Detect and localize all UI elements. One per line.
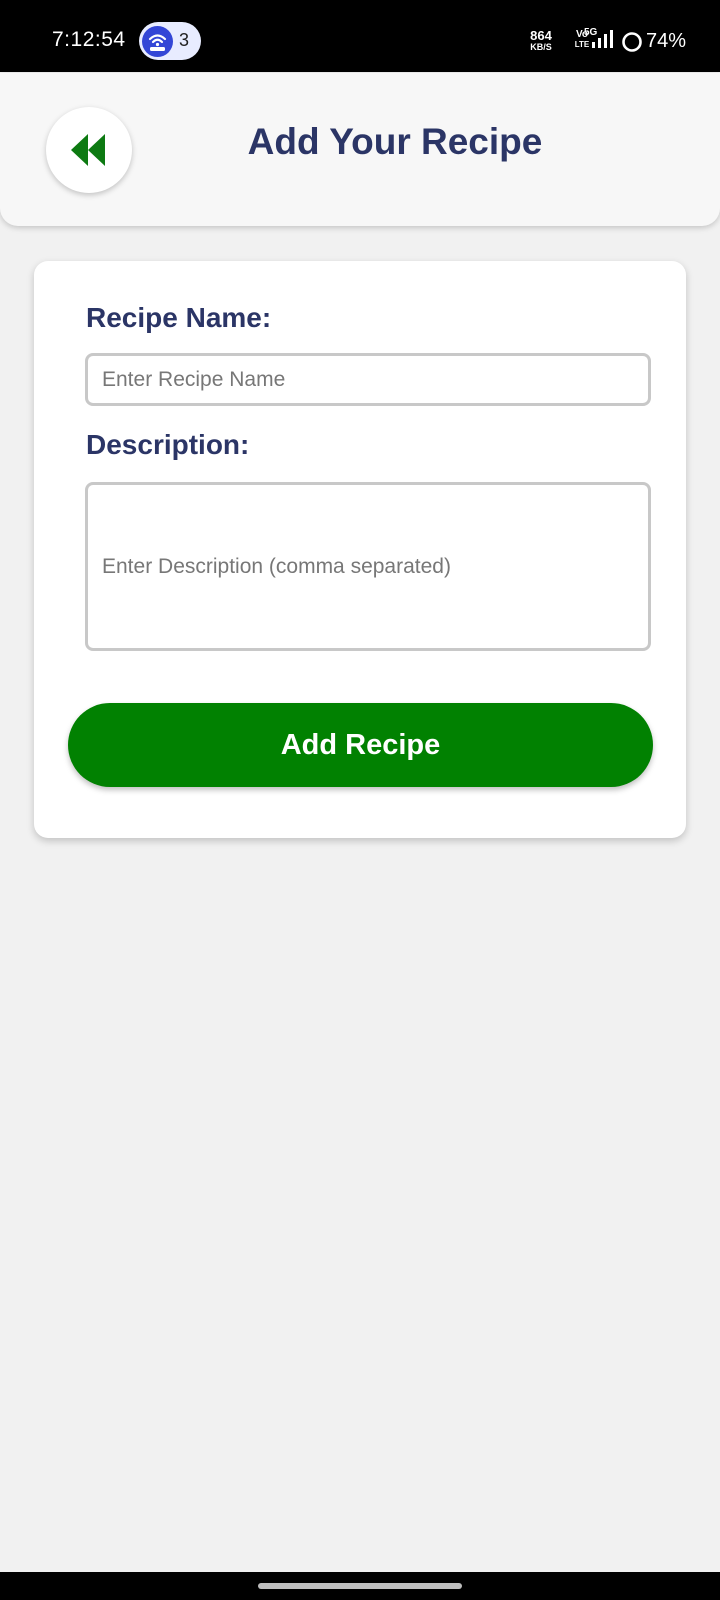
hotspot-count: 3 xyxy=(179,30,190,50)
recipe-name-input[interactable] xyxy=(85,353,651,406)
description-label: Description: xyxy=(86,429,250,460)
navigation-bar xyxy=(0,1572,720,1600)
clock: 7:12:54 xyxy=(52,28,126,51)
battery-icon xyxy=(622,32,642,52)
app-header: Add Your Recipe xyxy=(0,73,720,226)
description-input[interactable] xyxy=(85,482,651,651)
network-speed: 864 KB/S xyxy=(526,28,556,52)
hotspot-indicator[interactable]: 3 xyxy=(139,22,201,60)
recipe-name-label: Recipe Name: xyxy=(86,302,272,333)
network-speed-value: 864 xyxy=(530,28,552,43)
network-speed-unit: KB/S xyxy=(530,42,552,52)
battery-percentage: 74% xyxy=(646,30,687,52)
home-indicator[interactable] xyxy=(258,1583,462,1589)
status-bar: 7:12:54 3 864 KB/S Vo LTE 5G 74% xyxy=(0,0,720,72)
add-recipe-button[interactable]: Add Recipe xyxy=(68,703,653,787)
recipe-form-card: Recipe Name: Description: Add Recipe xyxy=(34,261,686,838)
page-title: Add Your Recipe xyxy=(247,121,543,162)
hotspot-icon xyxy=(142,26,173,57)
volte-bottom: LTE xyxy=(574,40,590,49)
